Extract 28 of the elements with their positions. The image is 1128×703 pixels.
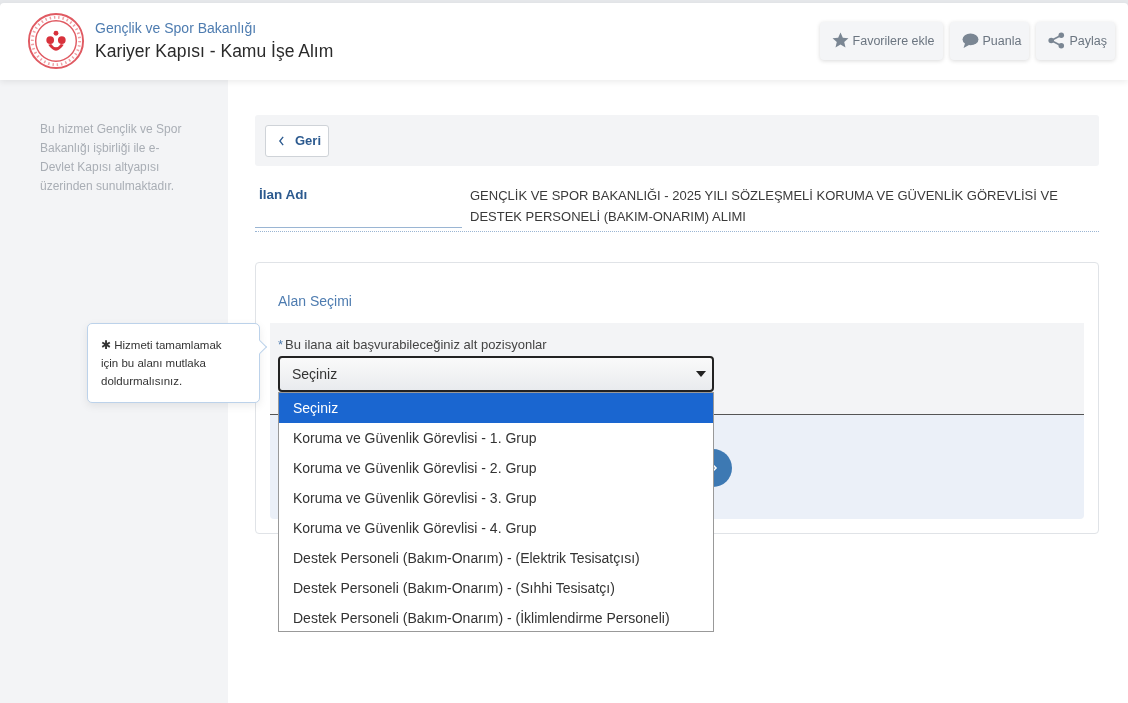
tooltip-text: ✱ Hizmeti tamamlamak için bu alanı mutlaka doldurmalısınız.: [101, 338, 223, 389]
section-title: Alan Seçimi: [278, 293, 353, 309]
back-button[interactable]: Geri: [265, 124, 329, 157]
action-button[interactable]: Favorilere ekle: [819, 21, 943, 60]
sidebar-note: Bu hizmet Gençlik ve Spor Bakanlığı işbirliği ile e-Devlet Kapısı altyapısı üzerinden sunulmaktadır.: [40, 121, 183, 195]
dropdown-option[interactable]: Koruma ve Güvenlik Görevlisi - 3. Grup: [279, 483, 713, 513]
share-icon: [1048, 32, 1066, 49]
dropdown-option[interactable]: Destek Personeli (Bakım-Onarım) - (Sıhhi Tesisatçı): [279, 573, 713, 603]
ministry-name: Gençlik ve Spor Bakanlığı: [95, 19, 258, 36]
action-button[interactable]: Puanla: [949, 21, 1030, 60]
dropdown-option[interactable]: Seçiniz: [279, 393, 713, 423]
page-title: Kariyer Kapısı - Kamu İşe Alım: [95, 40, 334, 62]
star-icon: [831, 32, 849, 49]
caret-down-icon: [696, 371, 706, 377]
chevron-left-icon: [278, 135, 285, 146]
field-label: Bu ilana ait başvurabileceğiniz alt pozisyonlar: [285, 337, 547, 352]
dropdown-option[interactable]: Koruma ve Güvenlik Görevlisi - 1. Grup: [279, 423, 713, 453]
dropdown-option[interactable]: Destek Personeli (Bakım-Onarım) - (İklimlendirme Personeli): [279, 603, 713, 631]
dropdown-option[interactable]: Koruma ve Güvenlik Görevlisi - 2. Grup: [279, 453, 713, 483]
dropdown-option[interactable]: Koruma ve Güvenlik Görevlisi - 4. Grup: [279, 513, 713, 543]
action-button[interactable]: Paylaş: [1036, 21, 1115, 60]
emblem-icon: [27, 11, 85, 70]
speech-bubble-icon: [961, 32, 979, 49]
required-mark: *: [278, 337, 284, 352]
dropdown-option[interactable]: Destek Personeli (Bakım-Onarım) - (Elektrik Tesisatçısı): [279, 543, 713, 573]
listing-label: İlan Adı: [255, 183, 462, 228]
listing-value: GENÇLİK VE SPOR BAKANLIĞI - 2025 YILI SÖZLEŞMELİ KORUMA VE GÜVENLİK GÖREVLİSİ VE DESTEK PERSONELİ (BAKIM-ONARIM) ALIMI: [469, 187, 1059, 226]
position-select[interactable]: Seçiniz: [278, 356, 714, 392]
